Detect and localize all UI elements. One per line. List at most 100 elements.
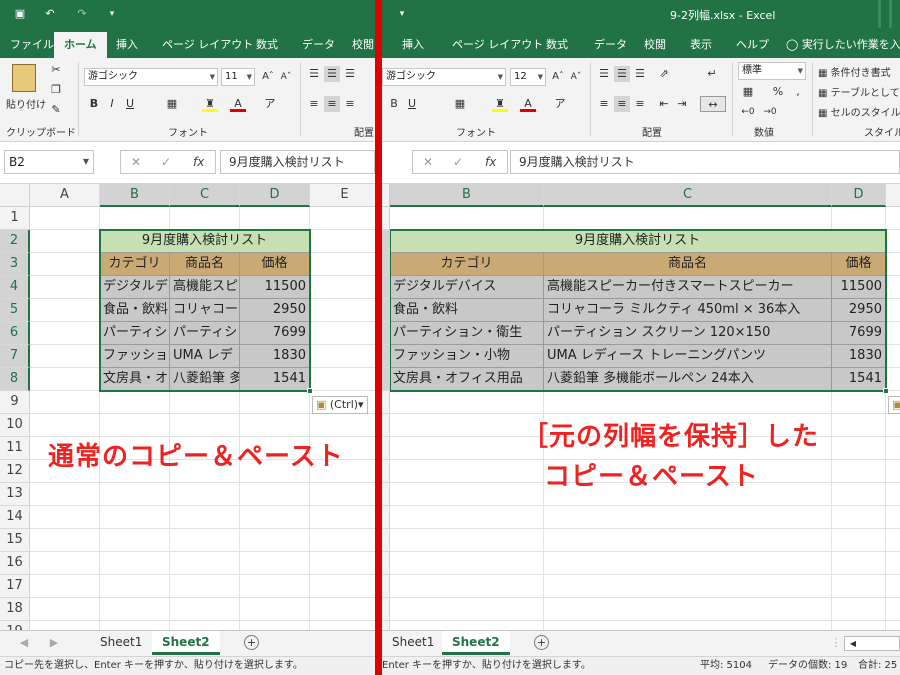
font-name-select[interactable]: 游ゴシック ▼ <box>84 68 218 86</box>
paste-options-button[interactable]: ▣ <box>888 396 900 414</box>
worksheet-grid[interactable]: A B C D E 123456789101112131415161718199… <box>0 184 375 644</box>
row-header-2[interactable]: 2 <box>0 230 30 253</box>
italic-icon[interactable]: I <box>104 96 120 112</box>
align-left-icon[interactable]: ≡ <box>596 96 612 112</box>
increase-indent-icon[interactable]: ⇥ <box>674 96 690 112</box>
align-center-icon[interactable]: ≡ <box>324 96 340 112</box>
sheet-tab-2[interactable]: Sheet2 <box>442 631 510 655</box>
horizontal-scrollbar[interactable]: ◀ <box>844 636 900 651</box>
scroll-right-icon[interactable]: ▶ <box>46 635 62 651</box>
row-header-11[interactable] <box>382 437 390 460</box>
row-header-12[interactable]: 12 <box>0 460 30 483</box>
font-color-icon[interactable]: A <box>230 96 246 112</box>
row-header-16[interactable] <box>382 552 390 575</box>
row-header-4[interactable]: 4 <box>0 276 30 299</box>
row-header-15[interactable]: 15 <box>0 529 30 552</box>
font-size-select[interactable]: 12 ▼ <box>510 68 546 86</box>
row-header-4[interactable] <box>382 276 390 299</box>
column-header-e[interactable] <box>886 184 900 207</box>
align-right-icon[interactable]: ≡ <box>342 96 358 112</box>
row-header-5[interactable] <box>382 299 390 322</box>
fill-handle[interactable] <box>883 388 889 394</box>
row-header-6[interactable]: 6 <box>0 322 30 345</box>
row-header-8[interactable]: 8 <box>0 368 30 391</box>
decrease-font-icon[interactable]: Aˇ <box>278 69 294 85</box>
fill-color-icon[interactable]: ♜ <box>492 96 508 112</box>
phonetic-icon[interactable]: ア <box>262 96 278 112</box>
enter-icon[interactable]: ✓ <box>161 151 171 173</box>
tab-review[interactable]: 校閲 <box>644 36 666 52</box>
column-header-b[interactable]: B <box>100 184 170 207</box>
column-header-d[interactable]: D <box>240 184 310 207</box>
row-header-1[interactable] <box>382 207 390 230</box>
row-header-10[interactable] <box>382 414 390 437</box>
underline-icon[interactable]: U <box>122 96 138 112</box>
scroll-left-icon[interactable]: ◀ <box>16 635 32 651</box>
select-all-corner[interactable] <box>0 184 30 207</box>
tab-help[interactable]: ヘルプ <box>736 36 769 52</box>
paste-button[interactable]: 貼り付け <box>6 96 46 111</box>
merge-center-icon[interactable]: ↔ <box>700 96 726 112</box>
increase-font-icon[interactable]: Aˆ <box>260 69 276 85</box>
align-middle-icon[interactable]: ☰ <box>324 66 340 82</box>
column-header-b[interactable]: B <box>390 184 544 207</box>
paste-icon[interactable] <box>12 64 36 92</box>
font-color-icon[interactable]: A <box>520 96 536 112</box>
tab-home[interactable]: ホーム <box>54 32 107 58</box>
column-header-c[interactable]: C <box>544 184 832 207</box>
align-left-icon[interactable]: ≡ <box>306 96 322 112</box>
decrease-decimal-icon[interactable]: →0 <box>762 104 778 120</box>
paste-options-button[interactable]: ▣ (Ctrl)▾ <box>312 396 368 414</box>
phonetic-icon[interactable]: ア <box>552 96 568 112</box>
sheet-tab-2[interactable]: Sheet2 <box>152 631 220 655</box>
row-header-18[interactable] <box>382 598 390 621</box>
row-header-13[interactable]: 13 <box>0 483 30 506</box>
row-header-16[interactable]: 16 <box>0 552 30 575</box>
row-header-10[interactable]: 10 <box>0 414 30 437</box>
wrap-text-icon[interactable]: ↵ <box>704 66 720 82</box>
tab-file[interactable]: ファイル <box>10 36 54 52</box>
cut-icon[interactable]: ✂ <box>48 62 64 78</box>
row-header-15[interactable] <box>382 529 390 552</box>
sheet-tab-1[interactable]: Sheet1 <box>90 631 152 655</box>
decrease-indent-icon[interactable]: ⇤ <box>656 96 672 112</box>
format-painter-icon[interactable]: ✎ <box>48 102 64 118</box>
select-all-corner[interactable] <box>382 184 390 207</box>
cell-styles-button[interactable]: ▦ セルのスタイル <box>818 104 900 119</box>
redo-icon[interactable]: ↷ <box>74 6 90 22</box>
align-bottom-icon[interactable]: ☰ <box>342 66 358 82</box>
row-header-17[interactable] <box>382 575 390 598</box>
insert-function-icon[interactable]: fx <box>485 151 496 173</box>
column-header-d[interactable]: D <box>832 184 886 207</box>
conditional-formatting-button[interactable]: ▦ 条件付き書式 <box>818 64 891 79</box>
align-bottom-icon[interactable]: ☰ <box>632 66 648 82</box>
column-header-e[interactable]: E <box>310 184 375 207</box>
row-header-9[interactable]: 9 <box>0 391 30 414</box>
font-name-select[interactable]: 游ゴシック ▼ <box>382 68 506 86</box>
row-header-3[interactable] <box>382 253 390 276</box>
copy-icon[interactable]: ❐ <box>48 82 64 98</box>
tab-formulas[interactable]: 数式 <box>546 36 568 52</box>
tab-data[interactable]: データ <box>302 36 335 52</box>
undo-icon[interactable]: ↶ <box>42 6 58 22</box>
worksheet-grid[interactable]: B C D 9月度購入検討リスト カテゴリ 商品名 価格 デジタルデバイス 高機能スピーカ… <box>382 184 900 644</box>
row-header-7[interactable] <box>382 345 390 368</box>
row-header-17[interactable]: 17 <box>0 575 30 598</box>
increase-font-icon[interactable]: Aˆ <box>550 69 566 85</box>
add-sheet-icon[interactable]: + <box>244 635 259 650</box>
formula-input[interactable]: 9月度購入検討リスト <box>220 150 375 174</box>
align-center-icon[interactable]: ≡ <box>614 96 630 112</box>
quick-access-dropdown-icon[interactable]: ▾ <box>104 6 120 22</box>
align-middle-icon[interactable]: ☰ <box>614 66 630 82</box>
tab-page-layout[interactable]: ページ レイアウト <box>162 36 253 52</box>
align-top-icon[interactable]: ☰ <box>306 66 322 82</box>
formula-input[interactable]: 9月度購入検討リスト <box>510 150 900 174</box>
row-header-3[interactable]: 3 <box>0 253 30 276</box>
row-header-13[interactable] <box>382 483 390 506</box>
cancel-icon[interactable]: ✕ <box>423 151 433 173</box>
fill-handle[interactable] <box>307 388 313 394</box>
comma-style-icon[interactable]: , <box>790 84 806 100</box>
tab-formulas[interactable]: 数式 <box>256 36 278 52</box>
quick-access-dropdown-icon[interactable]: ▾ <box>394 6 410 22</box>
row-header-2[interactable] <box>382 230 390 253</box>
